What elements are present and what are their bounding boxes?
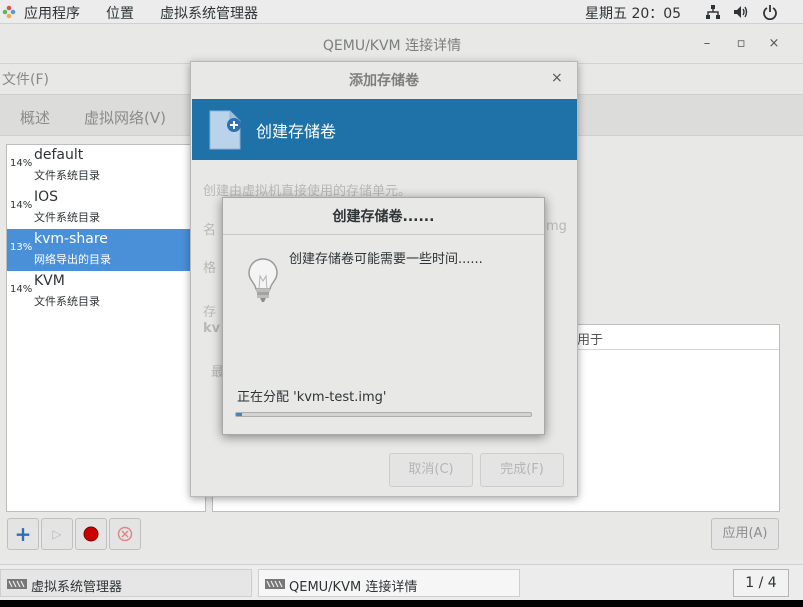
progress-dialog: 创建存储卷...... 创建存储卷可能需要一些时间...... 正在分配 'kv… — [222, 197, 545, 435]
dialog-title: 添加存储卷 — [349, 73, 419, 89]
maximize-button[interactable]: ▫ — [733, 36, 749, 51]
lightbulb-icon — [248, 258, 278, 302]
window-title: QEMU/KVM 连接详情 — [322, 38, 462, 54]
virt-manager-icon — [7, 579, 27, 589]
pool-usage-percent: 14% — [10, 284, 33, 295]
name-suffix-label: mg — [546, 219, 567, 234]
stop-pool-button[interactable] — [75, 518, 107, 550]
pool-name: IOS — [34, 189, 59, 205]
title-separator — [223, 234, 544, 235]
clock[interactable]: 星期五 20：05 — [585, 3, 681, 23]
new-volume-icon — [209, 110, 241, 150]
play-icon: ▷ — [52, 527, 62, 541]
taskbar: 虚拟系统管理器 QEMU/KVM 连接详情 1 / 4 — [0, 564, 803, 600]
tab-virtual-networks[interactable]: 虚拟网络(V) — [84, 107, 166, 128]
delete-pool-button[interactable] — [109, 518, 141, 550]
progress-title: 创建存储卷...... — [332, 209, 435, 225]
app-menu[interactable]: 虚拟系统管理器 — [160, 3, 258, 23]
dialog-heading: 创建存储卷 — [256, 122, 337, 141]
task-item-connection-details[interactable]: QEMU/KVM 连接详情 — [258, 569, 520, 597]
window-titlebar[interactable]: QEMU/KVM 连接详情 – ▫ × — [0, 24, 803, 64]
pool-item-kvm[interactable]: 14% KVM 文件系统目录 — [7, 271, 191, 313]
name-label: 名 — [203, 223, 217, 238]
add-pool-button[interactable]: + — [7, 518, 39, 550]
progress-bar-fill — [236, 413, 242, 416]
pool-type: 文件系统目录 — [34, 211, 100, 224]
apply-button[interactable]: 应用(A) — [711, 518, 779, 550]
progress-bar — [235, 412, 532, 417]
task-item-virt-manager[interactable]: 虚拟系统管理器 — [0, 569, 252, 597]
storage-pool-list[interactable]: 14% default 文件系统目录 14% IOS 文件系统目录 13% kv… — [6, 144, 206, 512]
pool-usage-percent: 13% — [10, 242, 33, 253]
pool-name: kvm-share — [34, 231, 108, 247]
plus-icon: + — [14, 522, 32, 546]
pool-name: KVM — [34, 273, 65, 289]
progress-message: 创建存储卷可能需要一些时间...... — [289, 252, 483, 267]
pool-item-default[interactable]: 14% default 文件系统目录 — [7, 145, 191, 187]
pool-type: 文件系统目录 — [34, 169, 100, 182]
top-panel: 应用程序 位置 虚拟系统管理器 星期五 20：05 — [0, 0, 803, 24]
pool-type: 网络导出的目录 — [34, 253, 111, 266]
pool-usage-percent: 14% — [10, 158, 33, 169]
places-menu[interactable]: 位置 — [106, 3, 134, 23]
tab-overview[interactable]: 概述 — [20, 107, 50, 128]
start-pool-button[interactable]: ▷ — [41, 518, 73, 550]
pool-label: kv — [203, 321, 221, 336]
minimize-button[interactable]: – — [699, 36, 715, 51]
pool-usage-percent: 14% — [10, 200, 33, 211]
format-label: 格 — [203, 261, 217, 276]
applications-menu-icon[interactable] — [2, 5, 16, 19]
dialog-header-banner: 创建存储卷 — [192, 99, 577, 160]
pool-item-kvm-share[interactable]: 13% kvm-share 网络导出的目录 — [7, 229, 191, 271]
workspace-indicator[interactable]: 1 / 4 — [733, 569, 789, 597]
stop-icon — [83, 526, 99, 542]
close-button[interactable]: × — [766, 36, 782, 51]
cancel-button[interactable]: 取消(C) — [389, 453, 473, 487]
progress-status: 正在分配 'kvm-test.img' — [237, 390, 387, 405]
column-header-used-by[interactable]: 用于 — [577, 329, 603, 348]
applications-menu[interactable]: 应用程序 — [24, 3, 80, 23]
finish-button[interactable]: 完成(F) — [480, 453, 564, 487]
close-button[interactable]: × — [551, 70, 563, 86]
task-label: QEMU/KVM 连接详情 — [289, 580, 418, 595]
virt-manager-icon — [265, 579, 285, 589]
file-menu[interactable]: 文件(F) — [2, 69, 49, 89]
pool-name: default — [34, 147, 84, 163]
network-icon[interactable] — [705, 4, 721, 20]
task-label: 虚拟系统管理器 — [31, 580, 123, 595]
storage-label: 存 — [203, 305, 217, 320]
volume-icon[interactable] — [733, 4, 749, 20]
pool-type: 文件系统目录 — [34, 295, 100, 308]
delete-icon — [117, 526, 133, 542]
power-icon[interactable] — [762, 4, 778, 20]
pool-item-ios[interactable]: 14% IOS 文件系统目录 — [7, 187, 191, 229]
